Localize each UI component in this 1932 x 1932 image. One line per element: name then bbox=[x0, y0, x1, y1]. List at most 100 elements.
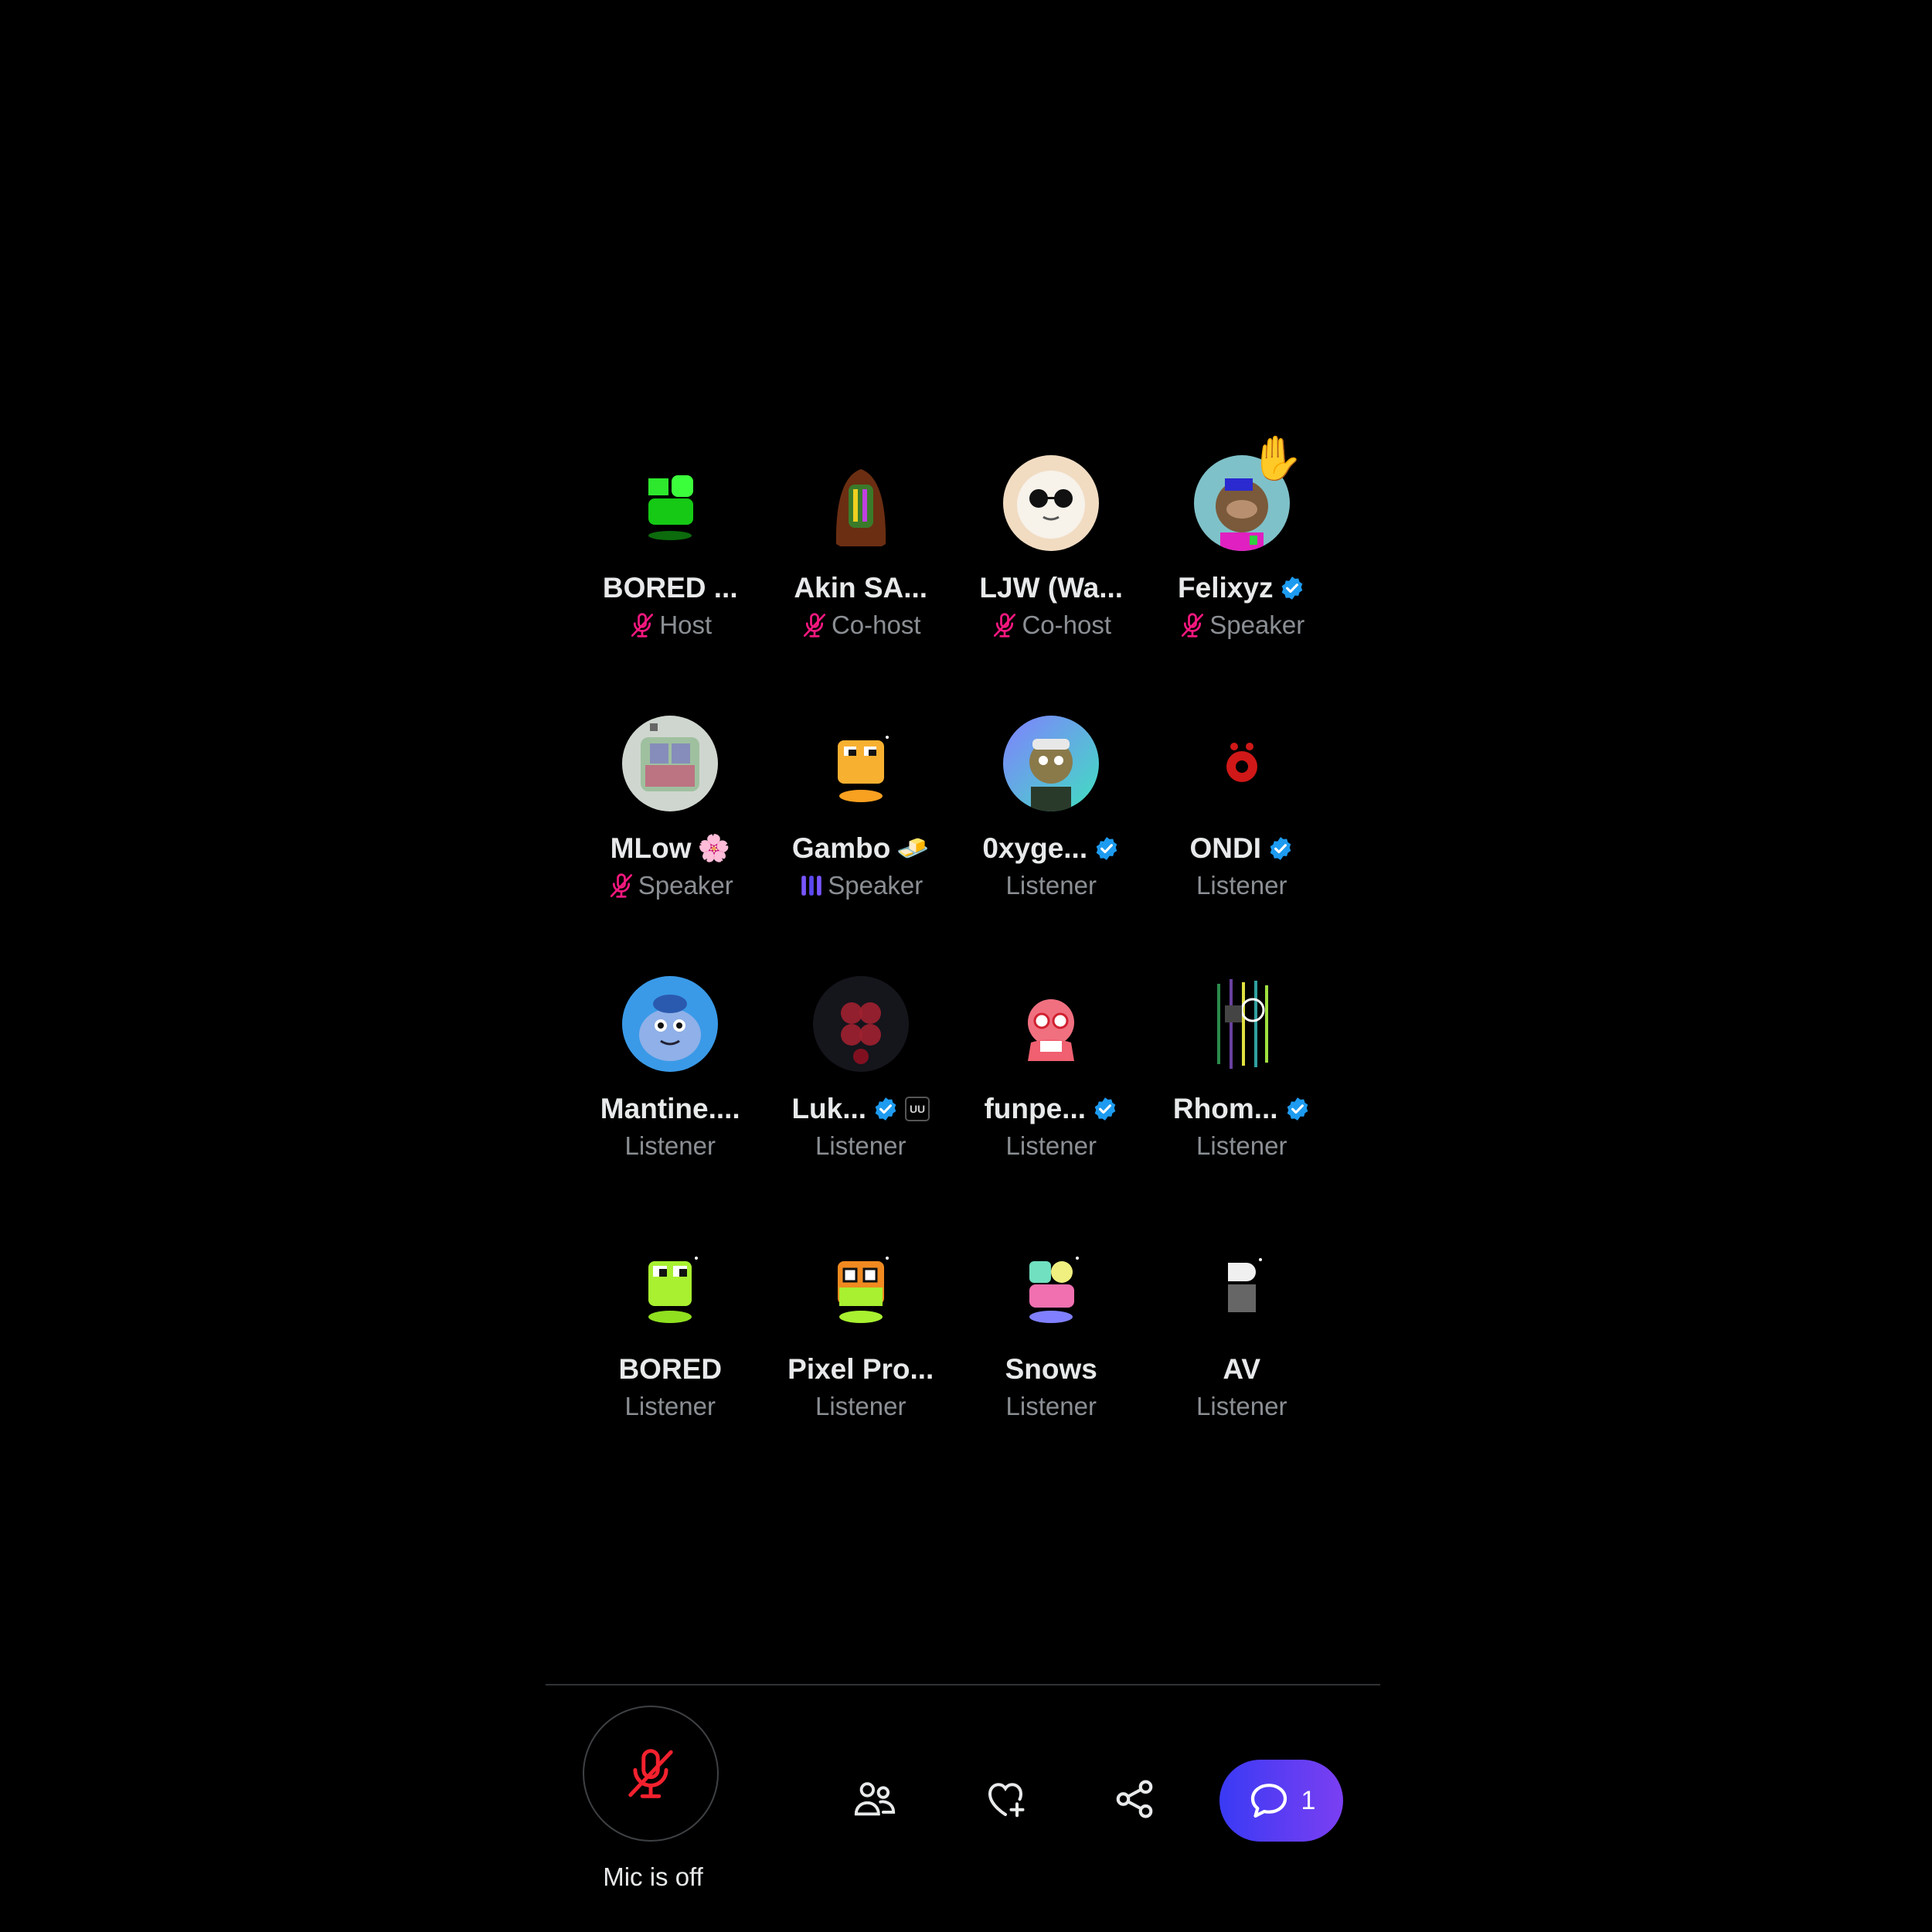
avatar[interactable] bbox=[812, 976, 909, 1072]
participant-card[interactable]: Pixel Pro... Listener bbox=[766, 1233, 957, 1494]
mic-off-icon bbox=[610, 873, 632, 898]
mic-off-icon bbox=[1182, 613, 1204, 638]
verified-badge-icon bbox=[875, 1097, 896, 1121]
people-icon bbox=[854, 1782, 896, 1816]
participant-role: Listener bbox=[1005, 1392, 1097, 1420]
avatar-container bbox=[1193, 1236, 1290, 1332]
avatar[interactable] bbox=[1003, 716, 1100, 811]
avatar[interactable] bbox=[1193, 716, 1290, 811]
participant-name-row: Pixel Pro... bbox=[787, 1351, 934, 1388]
participant-name: BORED bbox=[618, 1353, 723, 1385]
participant-name-row: AV bbox=[1223, 1351, 1260, 1388]
participant-name-row: Felixyz bbox=[1178, 570, 1305, 607]
participant-card[interactable]: AV Listener bbox=[1147, 1233, 1338, 1494]
participant-role: Listener bbox=[1196, 1392, 1287, 1420]
participant-role: Listener bbox=[815, 1392, 906, 1420]
avatar[interactable] bbox=[1003, 455, 1100, 551]
participant-card[interactable]: Snows Listener bbox=[956, 1233, 1147, 1494]
mic-off-icon bbox=[628, 1749, 673, 1798]
share-button[interactable] bbox=[1111, 1775, 1158, 1823]
participant-name-row: MLow 🌸 bbox=[611, 830, 730, 867]
avatar[interactable] bbox=[622, 716, 719, 811]
participant-card[interactable]: Rhom... Listener bbox=[1147, 973, 1338, 1233]
participant-name: Felixyz bbox=[1178, 572, 1274, 604]
participant-card[interactable]: BORED Listener bbox=[575, 1233, 766, 1494]
participant-name: Gambo bbox=[791, 832, 891, 864]
participant-role: Listener bbox=[624, 1131, 716, 1160]
participant-card[interactable]: Gambo 🧈 Speaker bbox=[766, 713, 957, 973]
participant-name: Snows bbox=[1005, 1353, 1097, 1385]
share-icon bbox=[1116, 1780, 1153, 1818]
avatar[interactable] bbox=[1193, 976, 1290, 1072]
participant-card[interactable]: LJW (Wa... Co-host bbox=[956, 452, 1147, 713]
participant-name-row: Mantine.... bbox=[600, 1090, 740, 1128]
react-button[interactable] bbox=[981, 1775, 1029, 1823]
avatar[interactable] bbox=[1003, 1236, 1100, 1332]
raised-hand-icon: ✋ bbox=[1250, 434, 1304, 482]
participant-card[interactable]: Akin SA... Co-host bbox=[766, 452, 957, 713]
participant-name: ONDI bbox=[1189, 832, 1262, 864]
name-emoji: 🧈 bbox=[896, 834, 930, 863]
avatar-container bbox=[1193, 716, 1290, 811]
participant-card[interactable]: Luk... UU Listener bbox=[766, 973, 957, 1233]
avatar[interactable] bbox=[1193, 1236, 1290, 1332]
participant-role: Co-host bbox=[831, 611, 921, 639]
participant-name-row: funpe... bbox=[984, 1090, 1118, 1128]
participant-card[interactable]: ONDI Listener bbox=[1147, 713, 1338, 973]
participant-name-row: Rhom... bbox=[1173, 1090, 1311, 1128]
mic-toggle-button[interactable] bbox=[583, 1706, 719, 1842]
participant-card[interactable]: Mantine.... Listener bbox=[575, 973, 766, 1233]
avatar-container bbox=[812, 455, 909, 551]
participant-name-row: Luk... UU bbox=[791, 1090, 930, 1128]
participant-role: Speaker bbox=[638, 871, 733, 900]
talking-icon bbox=[801, 876, 822, 896]
verified-badge-icon bbox=[1282, 577, 1303, 600]
participant-name: MLow bbox=[610, 832, 692, 864]
participant-name: BORED ... bbox=[602, 572, 738, 604]
avatar[interactable] bbox=[622, 455, 719, 551]
divider bbox=[546, 1684, 1380, 1685]
avatar[interactable] bbox=[812, 455, 909, 551]
participant-card[interactable]: ✋ Felixyz Speaker bbox=[1147, 437, 1338, 713]
participant-role-row: Listener bbox=[1196, 1129, 1287, 1163]
participant-role-row: Listener bbox=[1196, 869, 1287, 903]
participant-name-row: Gambo 🧈 bbox=[792, 830, 930, 867]
participant-role: Listener bbox=[1005, 1131, 1097, 1160]
chat-button[interactable]: 1 bbox=[1219, 1760, 1343, 1842]
participant-name: Akin SA... bbox=[794, 572, 928, 604]
participant-role: Listener bbox=[1005, 871, 1097, 900]
participants-grid: BORED ... Host Akin SA... Co-host LJW (Wa...… bbox=[575, 437, 1338, 1494]
avatar[interactable] bbox=[1003, 976, 1100, 1072]
verified-badge-icon bbox=[1094, 1097, 1116, 1121]
participant-name-row: 0xyge... bbox=[982, 830, 1120, 867]
verified-badge-icon bbox=[1096, 837, 1117, 860]
participant-role-row: Listener bbox=[625, 1389, 716, 1423]
avatar[interactable] bbox=[812, 1236, 909, 1332]
affiliate-badge: UU bbox=[905, 1097, 930, 1121]
avatar-container bbox=[622, 455, 719, 551]
participant-name: Mantine.... bbox=[600, 1093, 740, 1124]
mic-status-label: Mic is off bbox=[603, 1862, 703, 1891]
avatar[interactable] bbox=[622, 976, 719, 1072]
participant-role-row: Speaker bbox=[607, 869, 733, 903]
participant-role-row: Host bbox=[628, 608, 712, 642]
avatar-container bbox=[1003, 716, 1100, 811]
participant-card[interactable]: MLow 🌸 Speaker bbox=[575, 713, 766, 973]
avatar[interactable] bbox=[622, 1236, 719, 1332]
participant-card[interactable]: 0xyge... Listener bbox=[956, 713, 1147, 973]
participant-name: Pixel Pro... bbox=[787, 1353, 934, 1385]
participant-role-row: Co-host bbox=[801, 608, 921, 642]
mic-off-icon bbox=[631, 613, 654, 638]
participant-name-row: LJW (Wa... bbox=[979, 570, 1123, 607]
participant-card[interactable]: funpe... Listener bbox=[956, 973, 1147, 1233]
participant-role-row: Speaker bbox=[1179, 608, 1304, 642]
avatar-container bbox=[622, 716, 719, 811]
participant-role: Listener bbox=[1196, 1131, 1287, 1160]
participant-card[interactable]: BORED ... Host bbox=[575, 452, 766, 713]
avatar[interactable] bbox=[812, 716, 909, 811]
avatar-container bbox=[622, 976, 719, 1072]
chat-bubble-icon bbox=[1250, 1784, 1287, 1818]
participant-name: AV bbox=[1223, 1353, 1261, 1385]
people-button[interactable] bbox=[851, 1775, 899, 1823]
participant-role-row: Listener bbox=[815, 1389, 906, 1423]
